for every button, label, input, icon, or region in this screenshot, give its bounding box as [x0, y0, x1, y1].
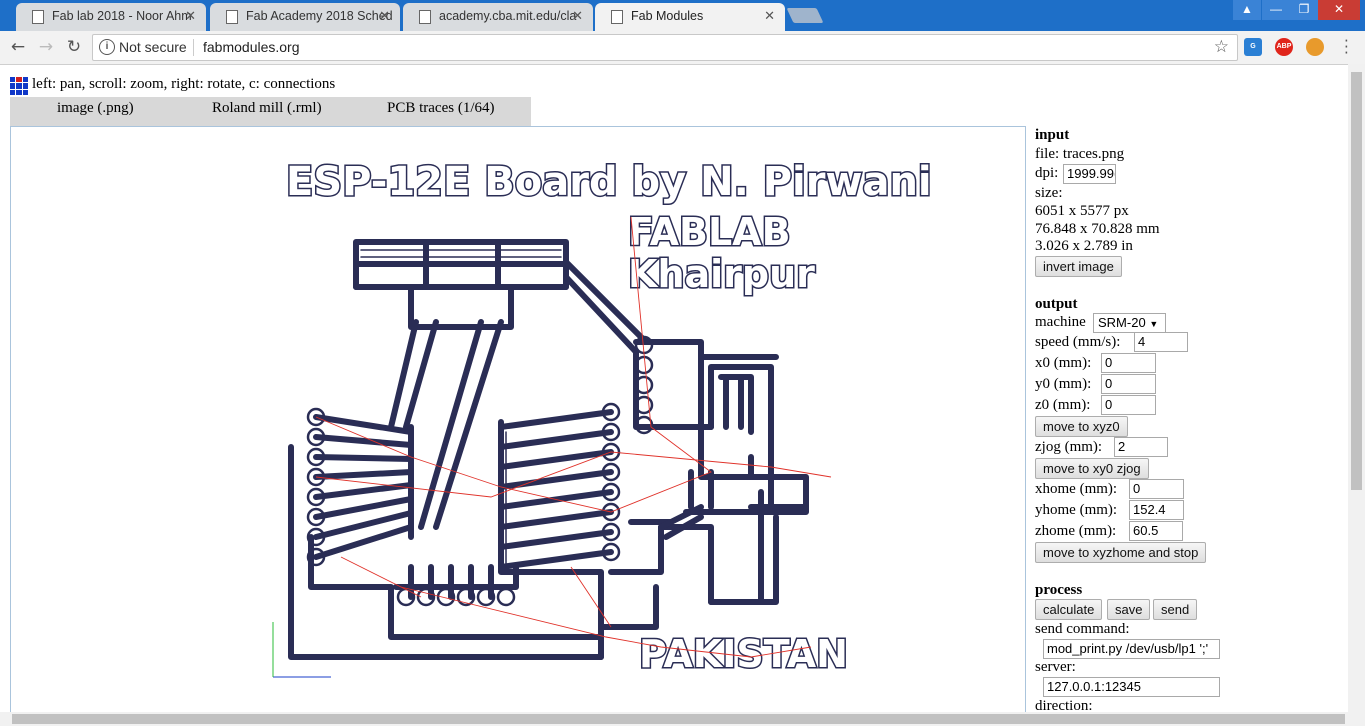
horizontal-scrollbar[interactable] — [0, 712, 1365, 726]
send-button[interactable]: send — [1153, 599, 1198, 620]
scrollbar-thumb[interactable] — [12, 714, 1345, 724]
dpi-input[interactable]: 1999.99( — [1063, 164, 1116, 184]
browser-tab-3[interactable]: academy.cba.mit.edu/cla ✕ — [403, 3, 593, 31]
cookie-icon[interactable] — [1306, 38, 1324, 56]
board-title: ESP-12E Board by N. Pirwani — [286, 159, 932, 205]
board-org-1: FABLAB — [628, 210, 791, 254]
browser-toolbar: ← → ↻ i Not secure fabmodules.org ☆ G AB… — [0, 31, 1365, 65]
zhome-input[interactable]: 60.5 — [1129, 521, 1183, 541]
move-to-xy0-zjog-button[interactable]: move to xy0 zjog — [1035, 458, 1149, 479]
menu-icon[interactable]: · · · — [1344, 34, 1350, 61]
y0-label: y0 (mm): — [1035, 376, 1092, 392]
size-label: size: — [1035, 185, 1063, 201]
divider — [193, 39, 194, 56]
move-to-xyz0-button[interactable]: move to xyz0 — [1035, 416, 1128, 437]
page-icon — [226, 10, 238, 24]
page-icon — [611, 10, 623, 24]
fab-modules-logo-icon — [10, 77, 28, 95]
vertical-scrollbar[interactable] — [1348, 64, 1365, 712]
pcb-traces — [288, 239, 809, 660]
translate-icon[interactable]: G — [1244, 38, 1262, 56]
save-button[interactable]: save — [1107, 599, 1151, 620]
toolpath-canvas[interactable]: ESP-12E Board by N. Pirwani FABLAB Khair… — [11, 127, 1026, 716]
tab-pcb-traces[interactable]: PCB traces (1/64) — [387, 100, 494, 117]
invert-image-button[interactable]: invert image — [1035, 256, 1122, 277]
zhome-label: zhome (mm): — [1035, 523, 1117, 539]
server-label: server: — [1035, 659, 1076, 675]
page-icon — [32, 10, 44, 24]
y0-input[interactable]: 0 — [1101, 374, 1156, 394]
user-icon[interactable]: ▲ — [1233, 0, 1261, 20]
machine-select[interactable]: SRM-20 ▼ — [1093, 313, 1166, 333]
close-window-icon[interactable]: ✕ — [1318, 0, 1360, 20]
yhome-label: yhome (mm): — [1035, 502, 1118, 518]
machine-label: machine — [1035, 314, 1086, 330]
url-text[interactable]: fabmodules.org — [203, 39, 300, 55]
pcb-labels: ESP-12E Board by N. Pirwani FABLAB Khair… — [285, 158, 934, 678]
process-header: process — [1035, 582, 1083, 598]
tab-title: Fab Modules — [631, 9, 704, 23]
x0-label: x0 (mm): — [1035, 355, 1092, 371]
input-header: input — [1035, 127, 1070, 143]
xhome-label: xhome (mm): — [1035, 481, 1118, 497]
controls-hint: left: pan, scroll: zoom, right: rotate, … — [32, 76, 336, 92]
x0-input[interactable]: 0 — [1101, 353, 1156, 373]
browser-tab-1[interactable]: Fab lab 2018 - Noor Ahm ✕ — [16, 3, 206, 31]
xhome-input[interactable]: 0 — [1129, 479, 1184, 499]
close-tab-icon[interactable]: ✕ — [185, 3, 196, 29]
toolpath-viewport[interactable]: ESP-12E Board by N. Pirwani FABLAB Khair… — [10, 126, 1026, 716]
size-in: 3.026 x 2.789 in — [1035, 238, 1133, 254]
file-label: file: traces.png — [1035, 146, 1125, 162]
bookmark-star-icon[interactable]: ☆ — [1214, 37, 1229, 57]
new-tab-button[interactable] — [786, 8, 824, 23]
scrollbar-thumb[interactable] — [1351, 72, 1362, 490]
browser-tab-4[interactable]: Fab Modules ✕ — [595, 3, 785, 31]
dpi-label: dpi: — [1035, 165, 1059, 181]
maximize-icon[interactable]: ❐ — [1290, 0, 1318, 20]
board-country: PAKISTAN — [639, 632, 848, 676]
reload-icon[interactable]: ↻ — [64, 37, 84, 57]
tab-title: Fab Academy 2018 Sched — [246, 9, 393, 23]
forward-icon[interactable]: → — [36, 37, 56, 57]
address-bar[interactable]: i Not secure fabmodules.org ☆ — [92, 34, 1238, 61]
security-label: Not secure — [119, 39, 187, 55]
z0-input[interactable]: 0 — [1101, 395, 1156, 415]
send-command-input[interactable]: mod_print.py /dev/usb/lp1 ';' — [1043, 639, 1220, 659]
yhome-input[interactable]: 152.4 — [1129, 500, 1184, 520]
close-tab-icon[interactable]: ✕ — [379, 3, 390, 29]
back-icon[interactable]: ← — [8, 37, 28, 57]
tab-title: Fab lab 2018 - Noor Ahm — [52, 9, 192, 23]
calculate-button[interactable]: calculate — [1035, 599, 1103, 620]
size-mm: 76.848 x 70.828 mm — [1035, 221, 1160, 237]
dropdown-arrow-icon: ▼ — [1149, 319, 1159, 329]
move-to-xyzhome-button[interactable]: move to xyzhome and stop — [1035, 542, 1207, 563]
view-tabs: image (.png) Roland mill (.rml) PCB trac… — [10, 97, 531, 126]
browser-tab-bar: Fab lab 2018 - Noor Ahm ✕ Fab Academy 20… — [0, 0, 1365, 31]
adblock-icon[interactable]: ABP — [1275, 38, 1293, 56]
browser-tab-2[interactable]: Fab Academy 2018 Sched ✕ — [210, 3, 400, 31]
zjog-input[interactable]: 2 — [1114, 437, 1168, 457]
zjog-label: zjog (mm): — [1035, 439, 1103, 455]
close-tab-icon[interactable]: ✕ — [572, 3, 583, 29]
tab-image-png[interactable]: image (.png) — [57, 100, 134, 117]
server-input[interactable]: 127.0.0.1:12345 — [1043, 677, 1220, 697]
z0-label: z0 (mm): — [1035, 397, 1091, 413]
info-icon[interactable]: i — [99, 39, 115, 55]
output-header: output — [1035, 296, 1078, 312]
speed-label: speed (mm/s): — [1035, 334, 1121, 350]
close-tab-icon[interactable]: ✕ — [764, 3, 775, 29]
tab-roland-mill-rml[interactable]: Roland mill (.rml) — [212, 100, 322, 117]
board-org-2: Khairpur — [628, 252, 815, 296]
send-command-label: send command: — [1035, 621, 1130, 637]
speed-input[interactable]: 4 — [1134, 332, 1188, 352]
size-px: 6051 x 5577 px — [1035, 203, 1129, 219]
minimize-icon[interactable]: — — [1262, 0, 1290, 20]
machine-value: SRM-20 — [1098, 315, 1146, 330]
tab-title: academy.cba.mit.edu/cla — [439, 9, 577, 23]
page-icon — [419, 10, 431, 24]
